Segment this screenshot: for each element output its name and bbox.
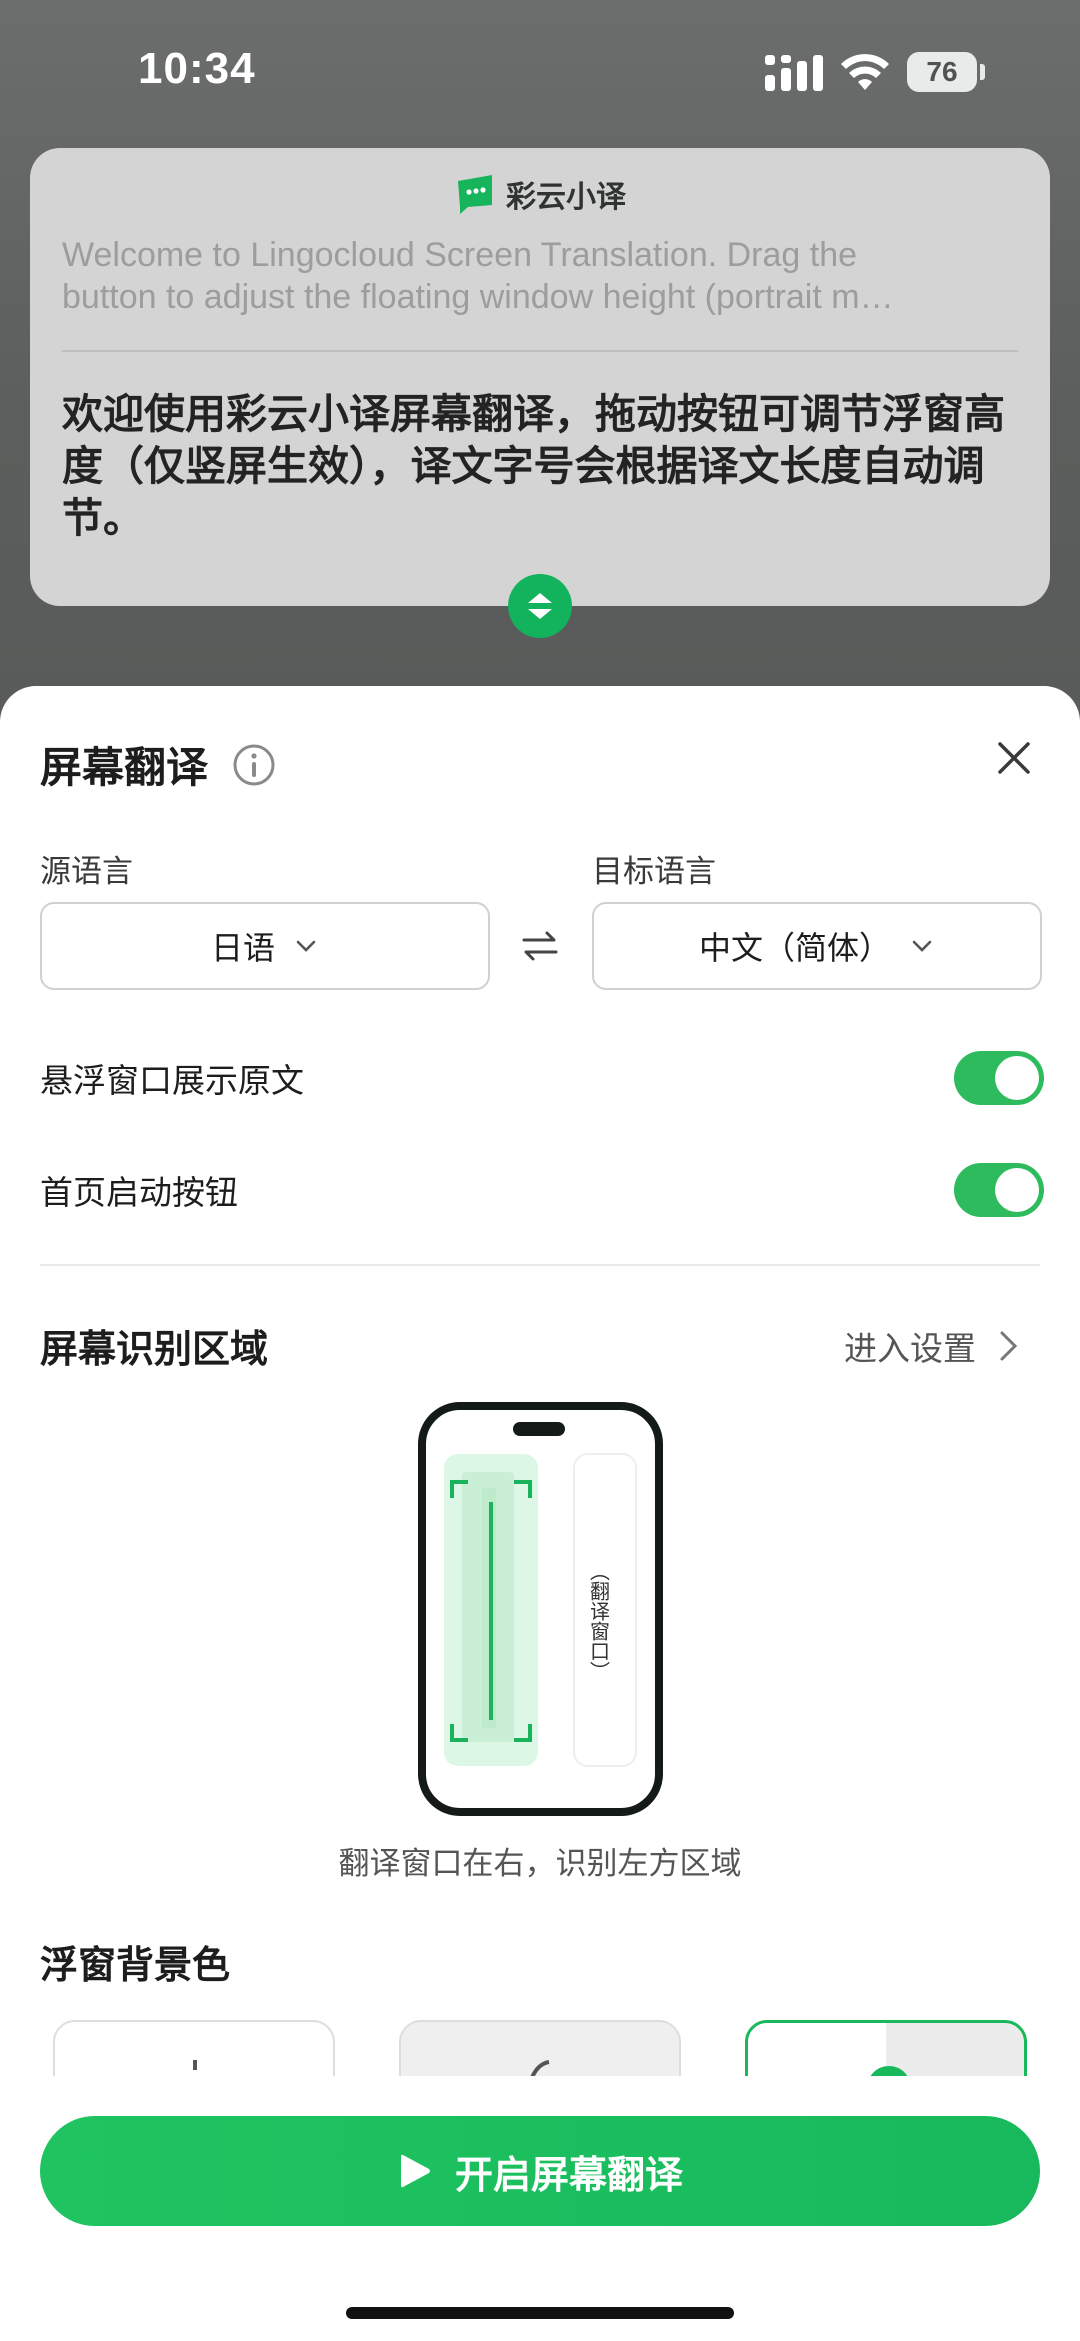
signal-icon: [765, 55, 823, 91]
home-indicator[interactable]: [346, 2307, 734, 2319]
start-screen-translation-button[interactable]: 开启屏幕翻译: [40, 2116, 1040, 2226]
sheet-title: 屏幕翻译: [40, 743, 209, 792]
source-language-value: 日语: [210, 929, 275, 967]
moon-icon: [530, 2060, 550, 2076]
phone-illustration: [418, 1402, 663, 1816]
source-language-label: 源语言: [40, 854, 133, 890]
home-button-toggle[interactable]: [954, 1163, 1044, 1217]
brand-name: 彩云小译: [506, 180, 626, 215]
target-language-label: 目标语言: [592, 854, 716, 890]
chevron-right-icon: [1000, 1331, 1018, 1361]
swap-icon[interactable]: [520, 926, 560, 966]
close-icon[interactable]: [992, 736, 1036, 780]
illustration-window-label: （翻译窗口）: [586, 1561, 611, 1681]
show-original-label: 悬浮窗口展示原文: [40, 1061, 304, 1100]
card-divider: [62, 350, 1018, 352]
chevron-down-icon: [296, 940, 316, 952]
show-original-row: 悬浮窗口展示原文: [40, 1048, 1044, 1108]
bg-option-gray[interactable]: [399, 2020, 681, 2076]
floating-translation-window[interactable]: 彩云小译 Welcome to Lingocloud Screen Transl…: [30, 148, 1050, 606]
sheet-header: 屏幕翻译: [40, 734, 276, 795]
show-original-toggle[interactable]: [954, 1051, 1044, 1105]
background-color-title: 浮窗背景色: [40, 1943, 231, 1987]
resize-handle-icon[interactable]: [508, 574, 572, 638]
translation-text: 欢迎使用彩云小译屏幕翻译，拖动按钮可调节浮窗高度（仅竖屏生效），译文字号会根据译…: [62, 390, 1005, 542]
source-language-select[interactable]: 日语: [40, 902, 490, 990]
play-icon: [400, 2154, 430, 2188]
status-bar: 10:34 76: [0, 0, 1080, 140]
target-language-value: 中文（简体）: [698, 929, 891, 967]
enter-settings-link[interactable]: 进入设置: [844, 1322, 1022, 1370]
brand: 彩云小译: [30, 172, 1050, 216]
app-logo-icon: [458, 175, 492, 214]
sun-icon: [193, 2060, 197, 2070]
bg-option-light[interactable]: [53, 2020, 335, 2076]
source-text: Welcome to Lingocloud Screen Translation…: [62, 234, 1022, 318]
status-time: 10:34: [138, 44, 256, 93]
divider: [40, 1264, 1040, 1266]
illustration-caption: 翻译窗口在右，识别左方区域: [338, 1846, 742, 1882]
recognition-area-title: 屏幕识别区域: [40, 1327, 269, 1371]
home-button-label: 首页启动按钮: [40, 1173, 238, 1212]
battery-icon: 76: [907, 52, 977, 92]
chevron-down-icon: [912, 940, 932, 952]
info-icon[interactable]: [232, 743, 276, 787]
bg-option-auto[interactable]: [745, 2020, 1027, 2076]
start-button-label: 开启屏幕翻译: [454, 2152, 683, 2197]
settings-sheet: 屏幕翻译 源语言 目标语言 日语 中文（简体） 悬浮窗口展示原文 首页启动按钮 …: [0, 686, 1080, 2341]
wifi-icon: [841, 54, 889, 90]
battery-tip: [980, 64, 985, 80]
target-language-select[interactable]: 中文（简体）: [592, 902, 1042, 990]
source-line: Welcome to Lingocloud Screen Translation…: [62, 236, 858, 274]
check-icon: [870, 2066, 908, 2076]
settings-link-label: 进入设置: [844, 1329, 976, 1368]
background-color-options: [0, 2020, 1080, 2076]
source-line: button to adjust the floating window hei…: [62, 278, 894, 316]
home-button-row: 首页启动按钮: [40, 1160, 1044, 1220]
